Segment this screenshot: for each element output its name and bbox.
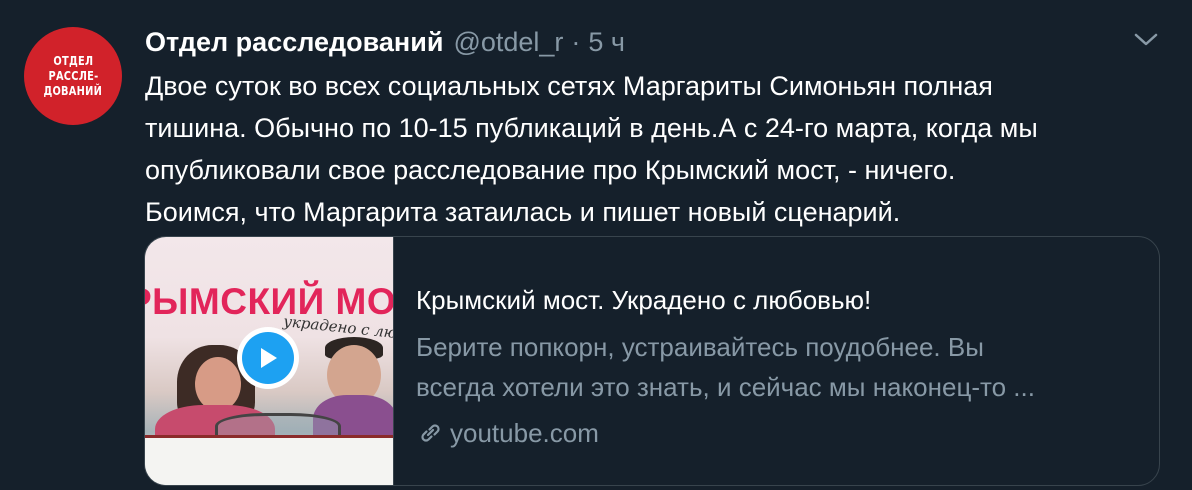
avatar[interactable]: ОТДЕЛ РАССЛЕ- ДОВАНИЙ [24,27,122,125]
tweet-text-line: тишина. Обычно по 10-15 публикаций в ден… [145,113,1038,143]
thumbnail-title: РЫМСКИЙ МОСТ [145,281,394,322]
tweet-header: Отдел расследований @otdel_r · 5 ч [145,24,625,60]
card-domain: youtube.com [416,413,1146,453]
card-description-line: всегда хотели это знать, и сейчас мы нак… [416,372,1035,402]
link-preview-card[interactable]: РЫМСКИЙ МОСТ украдено с любо Крымский мо… [144,236,1160,486]
card-body: Крымский мост. Украдено с любовью! Берит… [416,281,1146,453]
tweet-timestamp[interactable]: 5 ч [588,27,625,58]
avatar-logo-line-3: ДОВАНИЙ [43,83,103,98]
thumbnail-boat [145,435,393,485]
video-thumbnail[interactable]: РЫМСКИЙ МОСТ украдено с любо [145,237,394,485]
card-domain-text: youtube.com [450,418,599,448]
card-title: Крымский мост. Украдено с любовью! [416,285,872,315]
avatar-logo-line-1: ОТДЕЛ [53,53,93,68]
author-handle[interactable]: @otdel_r [453,27,563,58]
card-description: Берите попкорн, устраивайтесь поудобнее.… [416,327,1146,407]
tweet-text-line: Двое суток во всех социальных сетях Марг… [145,71,993,101]
tweet[interactable]: ОТДЕЛ РАССЛЕ- ДОВАНИЙ Отдел расследовани… [0,0,1192,490]
play-button-inner [242,332,294,384]
play-button[interactable] [237,327,299,389]
author-name[interactable]: Отдел расследований [145,27,443,58]
header-separator: · [571,26,581,57]
play-icon [261,348,277,368]
link-icon [416,420,446,446]
tweet-text: Двое суток во всех социальных сетях Марг… [145,65,1145,233]
tweet-text-line: Боимся, что Маргарита затаилась и пишет … [145,197,901,227]
avatar-logo-line-2: РАССЛЕ- [48,68,98,83]
thumbnail-figure [195,357,241,411]
more-options-button[interactable] [1128,26,1164,54]
chevron-down-icon [1134,33,1158,46]
card-description-line: Берите попкорн, устраивайтесь поудобнее.… [416,332,984,362]
tweet-text-line: опубликовали свое расследование про Крым… [145,155,956,185]
